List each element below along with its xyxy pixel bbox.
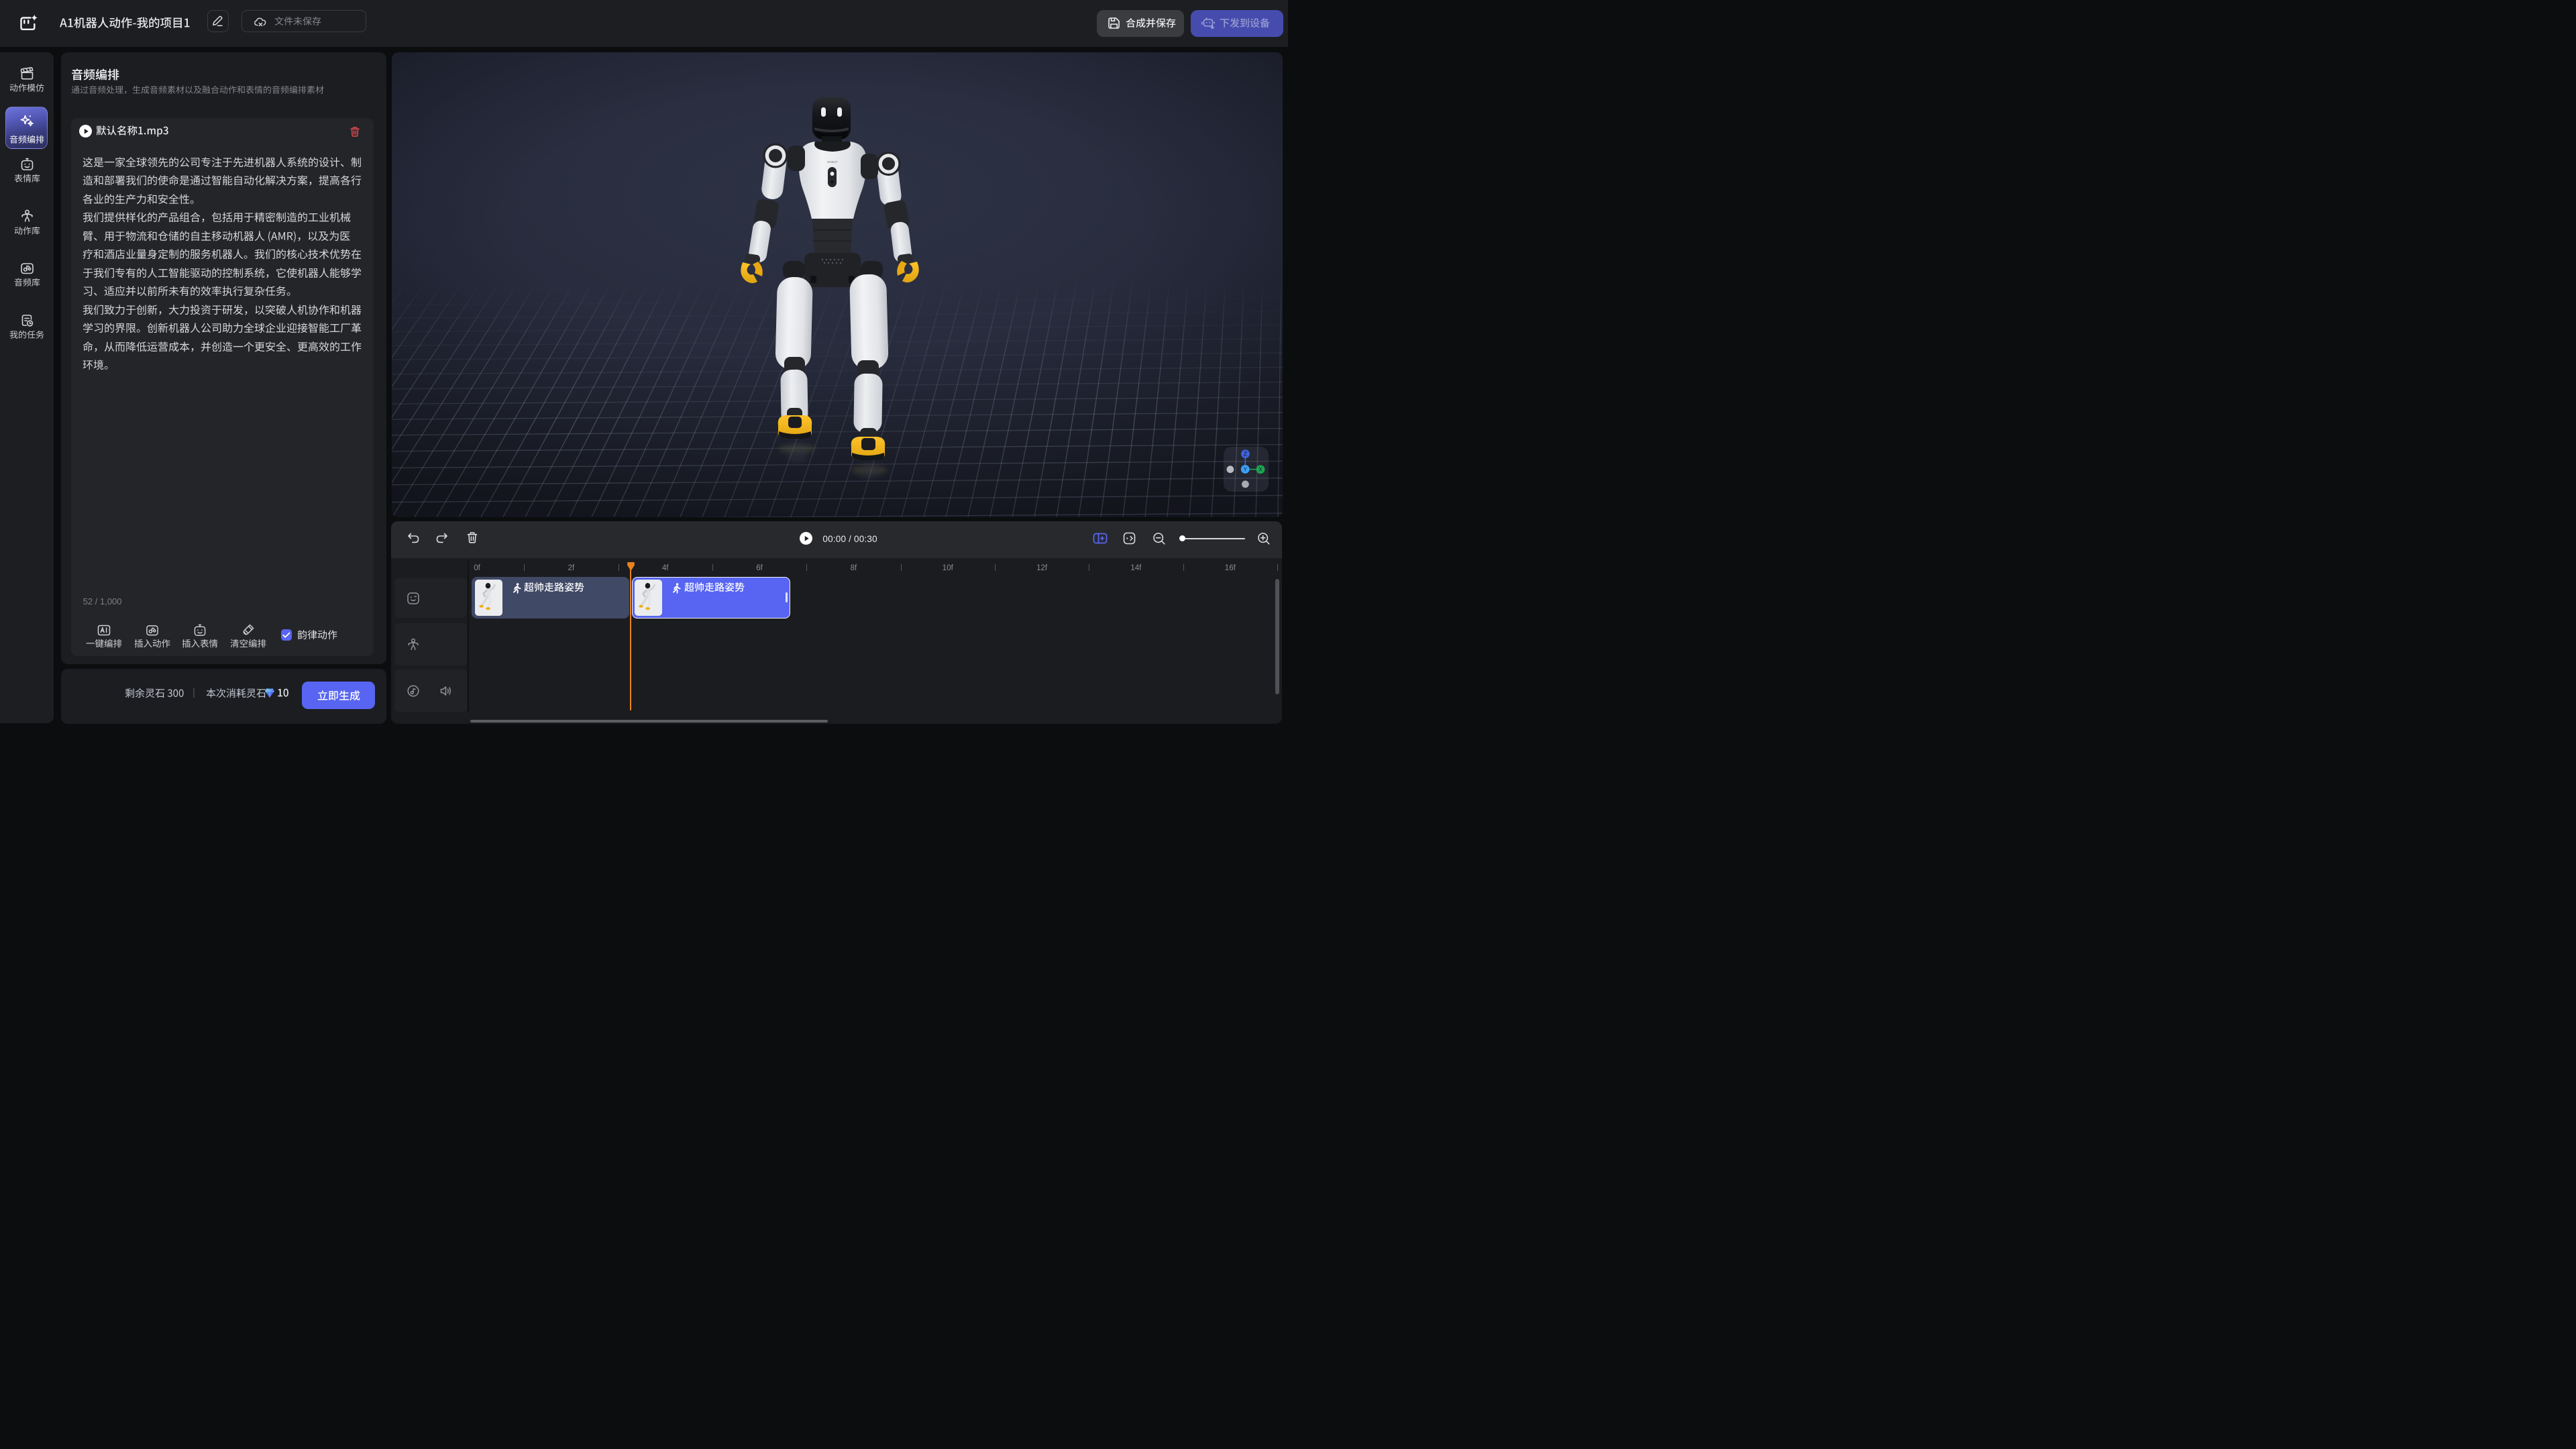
svg-text:Y: Y (1244, 467, 1248, 473)
svg-text:ROBOT: ROBOT (827, 160, 838, 164)
svg-text:X: X (1258, 467, 1263, 473)
svg-text:Z: Z (1244, 451, 1247, 458)
